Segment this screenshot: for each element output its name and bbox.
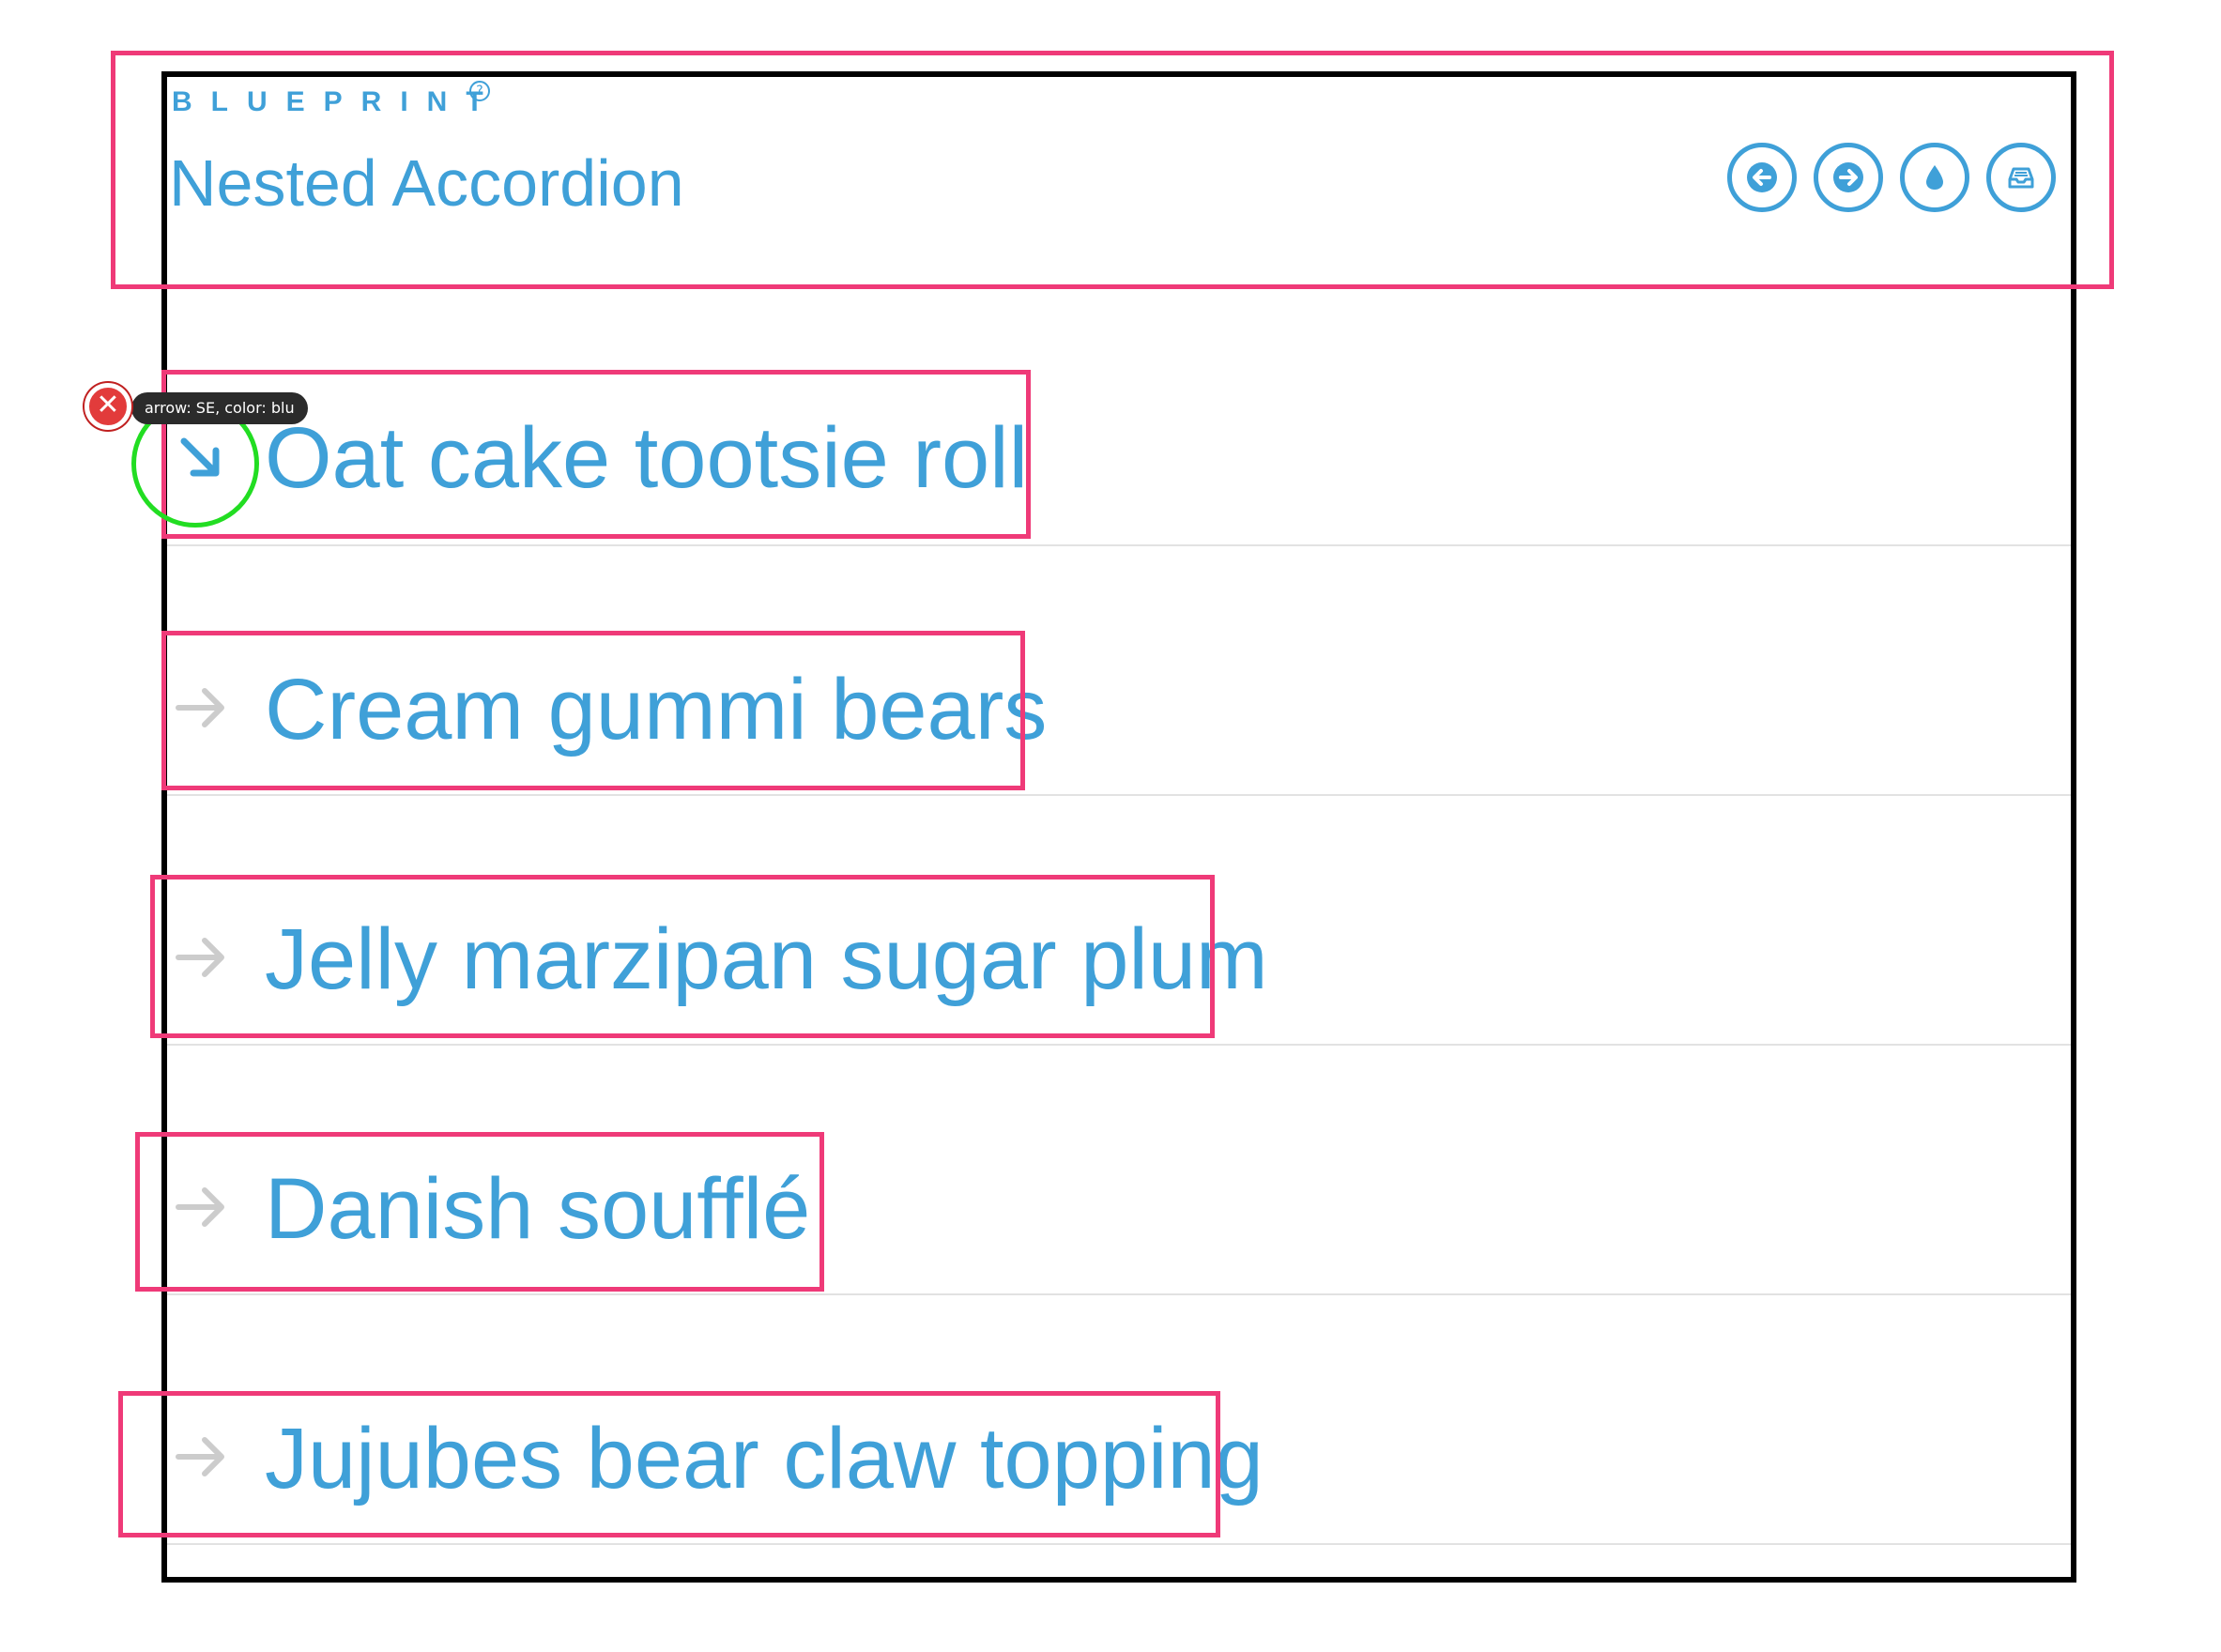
accordion-item[interactable]: Cream gummi bears — [167, 546, 2071, 796]
arrow-right-icon — [176, 1187, 224, 1227]
accordion-item-label[interactable]: Cream gummi bears — [265, 663, 1047, 757]
annotation-tooltip: arrow: SE, color: blu — [131, 392, 308, 424]
arrow-left-icon — [1747, 162, 1777, 192]
close-icon[interactable]: ✕ — [84, 383, 131, 430]
forward-button[interactable] — [1814, 143, 1883, 212]
accordion-item-label[interactable]: Jujubes bear claw topping — [265, 1412, 1264, 1506]
accordion-item[interactable]: Jelly marzipan sugar plum — [167, 796, 2071, 1046]
accordion-item-label[interactable]: Danish soufflé — [265, 1162, 810, 1256]
header-toolbar — [1727, 143, 2056, 212]
accordion-item-label[interactable]: Jelly marzipan sugar plum — [265, 912, 1268, 1006]
accordion-item[interactable]: Jujubes bear claw topping — [167, 1295, 2071, 1545]
inbox-button[interactable] — [1986, 143, 2056, 212]
arrow-right-icon — [1833, 162, 1863, 192]
arrow-right-icon — [176, 1437, 224, 1476]
arrow-right-icon — [176, 688, 224, 727]
accordion-item[interactable]: Oat cake tootsie roll — [167, 297, 2071, 546]
color-button[interactable] — [1900, 143, 1969, 212]
droplet-icon — [1926, 165, 1943, 190]
back-button[interactable] — [1727, 143, 1797, 212]
brand-logo: BLUEPRINT — [172, 86, 502, 117]
brand-help-icon: ? — [469, 81, 490, 101]
accordion-item-label[interactable]: Oat cake tootsie roll — [265, 411, 1028, 505]
divider — [167, 1543, 2071, 1545]
inbox-icon — [2008, 167, 2034, 189]
accordion-item[interactable]: Danish soufflé — [167, 1046, 2071, 1295]
page-title: Nested Accordion — [169, 146, 684, 220]
arrow-right-icon — [176, 938, 224, 977]
